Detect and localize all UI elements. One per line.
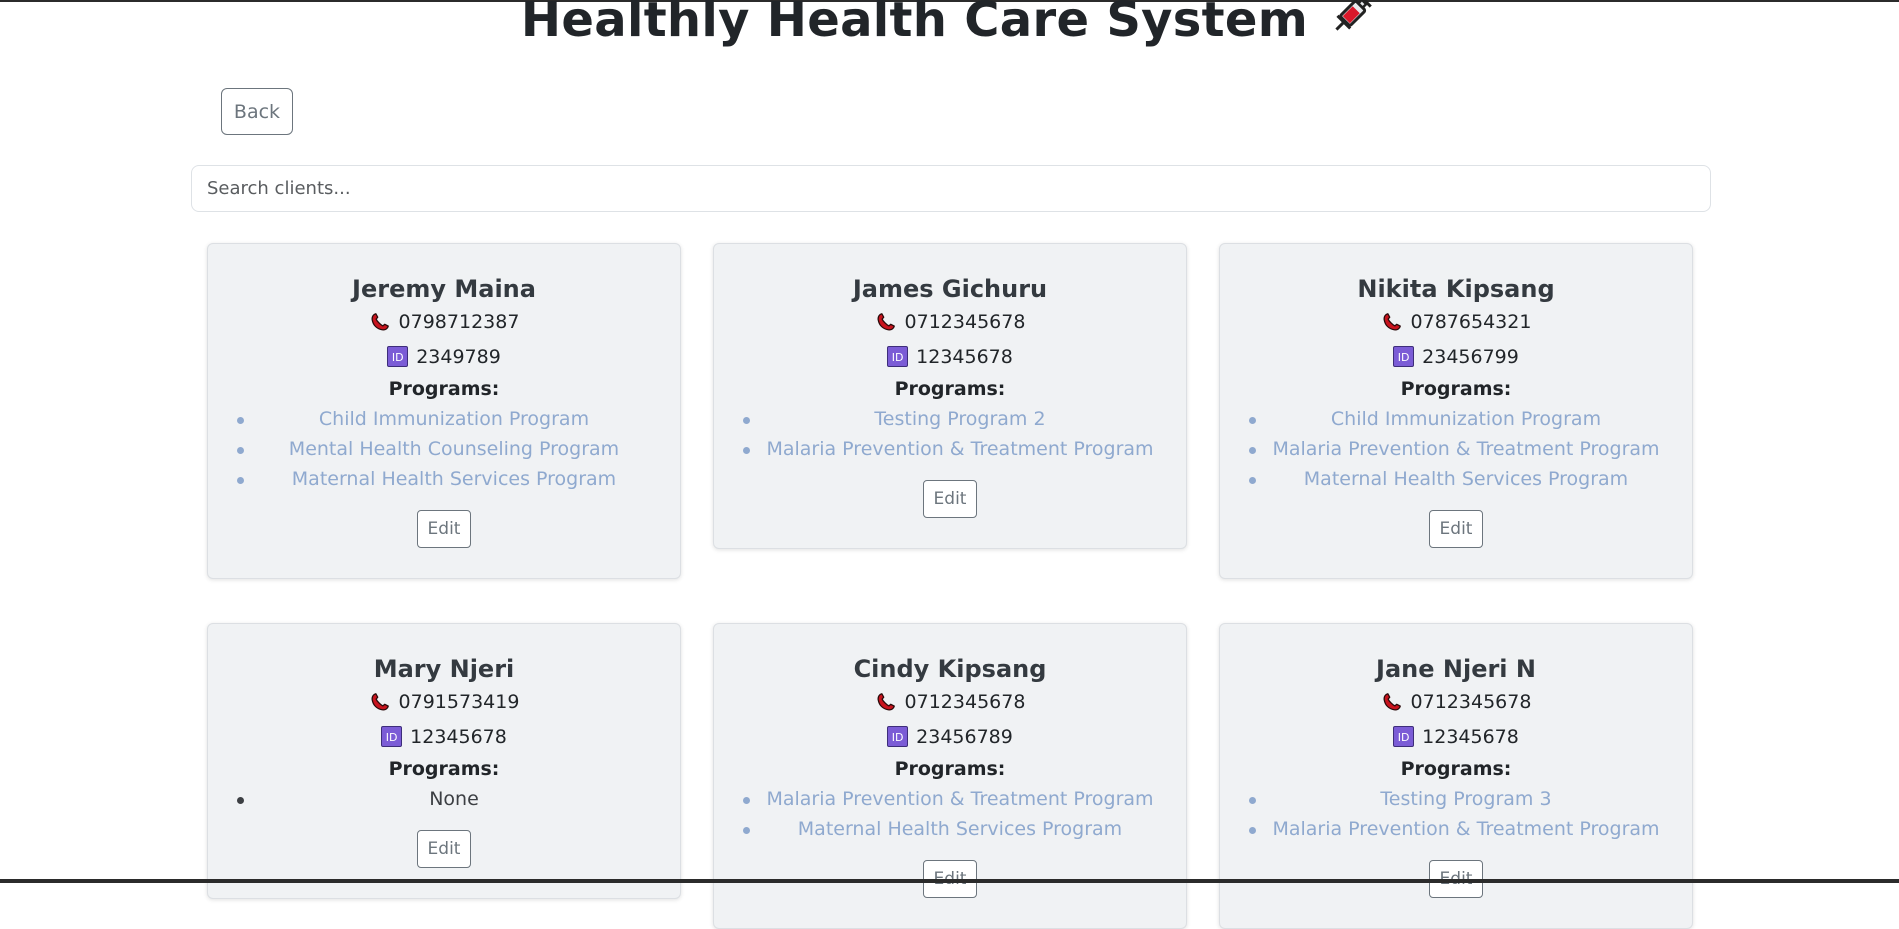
- program-item[interactable]: Maternal Health Services Program: [208, 464, 680, 494]
- program-item[interactable]: Malaria Prevention & Treatment Program: [1220, 814, 1692, 844]
- client-id-value: 12345678: [916, 345, 1013, 368]
- bottom-border: [0, 879, 1899, 883]
- client-card: Jane Njeri N 0712345678 ID 12345678 Programs…: [1219, 623, 1693, 929]
- search-input[interactable]: [191, 165, 1711, 212]
- client-card: Mary Njeri 0791573419 ID 12345678 Programs: N…: [207, 623, 681, 899]
- client-phone: 0787654321: [1220, 304, 1692, 339]
- client-id: ID 23456789: [714, 719, 1186, 754]
- program-item[interactable]: Malaria Prevention & Treatment Program: [1220, 434, 1692, 464]
- program-item[interactable]: Maternal Health Services Program: [1220, 464, 1692, 494]
- program-item[interactable]: Mental Health Counseling Program: [208, 434, 680, 464]
- id-badge-icon: ID: [387, 346, 409, 367]
- client-id-value: 23456789: [916, 725, 1013, 748]
- telephone-receiver-icon: [875, 691, 897, 713]
- back-button[interactable]: Back: [221, 88, 293, 135]
- client-phone-value: 0787654321: [1410, 310, 1532, 333]
- client-name: Cindy Kipsang: [853, 655, 1047, 683]
- program-item[interactable]: Testing Program 2: [714, 404, 1186, 434]
- client-phone-value: 0712345678: [904, 690, 1026, 713]
- client-id: ID 2349789: [208, 339, 680, 374]
- client-id: ID 12345678: [714, 339, 1186, 374]
- telephone-receiver-icon: [875, 311, 897, 333]
- programs-label: Programs:: [388, 758, 500, 780]
- id-badge-icon: ID: [887, 346, 909, 367]
- client-phone-value: 0712345678: [1410, 690, 1532, 713]
- id-badge-icon: ID: [1393, 726, 1415, 747]
- client-id-value: 2349789: [416, 345, 501, 368]
- id-badge-icon: ID: [887, 726, 909, 747]
- client-card: Cindy Kipsang 0712345678 ID 23456789 Program…: [713, 623, 1187, 929]
- id-badge-icon: ID: [381, 726, 403, 747]
- client-phone: 0798712387: [208, 304, 680, 339]
- program-list: Testing Program 3 Malaria Prevention & Tr…: [1220, 784, 1692, 844]
- programs-label: Programs:: [388, 378, 500, 400]
- program-list: Testing Program 2 Malaria Prevention & Tr…: [714, 404, 1186, 464]
- program-item[interactable]: Malaria Prevention & Treatment Program: [714, 784, 1186, 814]
- id-badge-icon: ID: [1393, 346, 1415, 367]
- client-phone: 0712345678: [714, 304, 1186, 339]
- telephone-receiver-icon: [369, 691, 391, 713]
- page-title: Healthly Health Care System: [0, 0, 1899, 48]
- edit-client-button[interactable]: Edit: [416, 830, 472, 868]
- client-name: Nikita Kipsang: [1357, 275, 1555, 303]
- syringe-icon: [1335, 0, 1372, 31]
- program-item[interactable]: Maternal Health Services Program: [714, 814, 1186, 844]
- client-name: Jeremy Maina: [352, 275, 536, 303]
- client-phone: 0791573419: [208, 684, 680, 719]
- client-card: James Gichuru 0712345678 ID 12345678 Program…: [713, 243, 1187, 549]
- programs-label: Programs:: [894, 378, 1006, 400]
- client-card: Jeremy Maina 0798712387 ID 2349789 Programs:…: [207, 243, 681, 579]
- program-item[interactable]: Testing Program 3: [1220, 784, 1692, 814]
- edit-client-button[interactable]: Edit: [922, 480, 978, 518]
- program-item: None: [208, 784, 680, 814]
- edit-client-button[interactable]: Edit: [1428, 510, 1484, 548]
- program-item[interactable]: Child Immunization Program: [1220, 404, 1692, 434]
- telephone-receiver-icon: [369, 311, 391, 333]
- client-id: ID 12345678: [1220, 719, 1692, 754]
- client-id-value: 23456799: [1422, 345, 1519, 368]
- edit-client-button[interactable]: Edit: [416, 510, 472, 548]
- client-name: James Gichuru: [852, 275, 1048, 303]
- client-id-value: 12345678: [1422, 725, 1519, 748]
- programs-label: Programs:: [1400, 378, 1512, 400]
- program-list: Child Immunization Program Mental Health …: [208, 404, 680, 494]
- client-phone: 0712345678: [714, 684, 1186, 719]
- client-id: ID 23456799: [1220, 339, 1692, 374]
- program-list: None: [208, 784, 680, 814]
- programs-label: Programs:: [1400, 758, 1512, 780]
- client-card: Nikita Kipsang 0787654321 ID 23456799 Progra…: [1219, 243, 1693, 579]
- client-phone-value: 0791573419: [398, 690, 520, 713]
- client-id-value: 12345678: [410, 725, 507, 748]
- program-item[interactable]: Malaria Prevention & Treatment Program: [714, 434, 1186, 464]
- client-phone-value: 0712345678: [904, 310, 1026, 333]
- program-list: Child Immunization Program Malaria Preven…: [1220, 404, 1692, 494]
- telephone-receiver-icon: [1381, 311, 1403, 333]
- program-item[interactable]: Child Immunization Program: [208, 404, 680, 434]
- client-phone: 0712345678: [1220, 684, 1692, 719]
- client-name: Mary Njeri: [373, 655, 515, 683]
- client-phone-value: 0798712387: [398, 310, 520, 333]
- client-name: Jane Njeri N: [1376, 655, 1536, 683]
- client-id: ID 12345678: [208, 719, 680, 754]
- programs-label: Programs:: [894, 758, 1006, 780]
- telephone-receiver-icon: [1381, 691, 1403, 713]
- page-title-text: Healthly Health Care System: [520, 0, 1309, 48]
- program-list: Malaria Prevention & Treatment Program Ma…: [714, 784, 1186, 844]
